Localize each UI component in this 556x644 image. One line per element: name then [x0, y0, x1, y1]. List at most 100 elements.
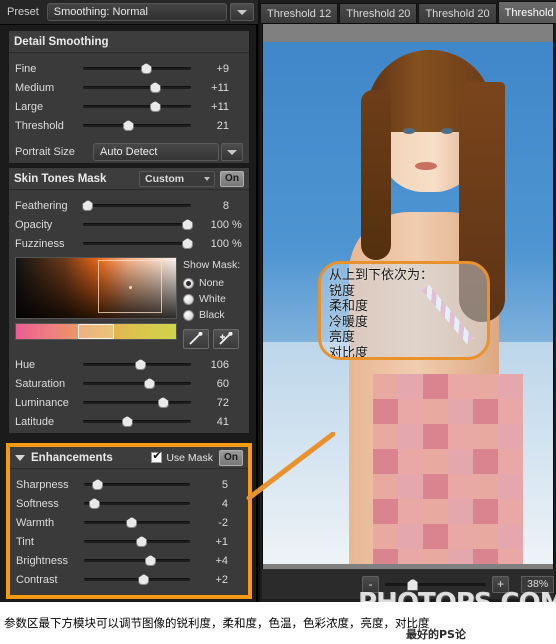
slider-track [83, 105, 191, 108]
skin-tones-mask-section: Skin Tones Mask Custom On Feathering 8 Opa… [8, 167, 250, 434]
slider-track [83, 204, 191, 207]
skin-slider-opacity[interactable] [83, 215, 195, 234]
mosaic-tile [398, 499, 423, 524]
preset-dropdown-arrow-button[interactable] [230, 3, 254, 21]
enh-row-brightness: Brightness +4 [10, 551, 248, 570]
slider-knob[interactable] [121, 416, 133, 427]
tab-3[interactable]: Threshold [497, 1, 556, 23]
mosaic-tile [373, 549, 398, 564]
slider-knob[interactable] [92, 479, 104, 490]
enh-row-contrast: Contrast +2 [10, 570, 248, 589]
mosaic-tile [473, 549, 498, 564]
slider-knob[interactable] [82, 200, 94, 211]
detail-slider-medium[interactable] [83, 78, 195, 97]
detail-smoothing-header: Detail Smoothing [9, 31, 249, 53]
enhancements-header[interactable]: Enhancements Use Mask On [10, 447, 248, 469]
enh-slider-warmth[interactable] [84, 513, 194, 532]
skin-tones-preset-dropdown[interactable]: Custom [139, 170, 215, 187]
annotation-callout: 从上到下依次为： 锐度 柔和度 冷暖度 亮度 对比度 [318, 261, 490, 360]
enh-slider-brightness[interactable] [84, 551, 194, 570]
hue-strip[interactable] [15, 323, 177, 340]
color-label-luminance: Luminance [15, 396, 69, 409]
tab-bar: Threshold 12 Threshold 20 Threshold 20 Thre… [260, 0, 556, 23]
mosaic-tile [398, 399, 423, 424]
radio-icon[interactable] [183, 309, 194, 321]
portrait-size-row: Portrait Size Auto Detect [9, 141, 249, 163]
mosaic-tile [373, 399, 398, 424]
slider-knob[interactable] [136, 536, 148, 547]
callout-line-5: 对比度 [329, 345, 369, 360]
color-label-latitude: Latitude [15, 415, 55, 428]
skin-tones-mask-toggle[interactable]: On [220, 170, 244, 187]
enh-slider-tint[interactable] [84, 532, 194, 551]
detail-slider-threshold[interactable] [83, 116, 195, 135]
slider-knob[interactable] [182, 238, 194, 249]
show-mask-option-white[interactable]: White [183, 291, 243, 307]
slider-knob[interactable] [126, 517, 138, 528]
slider-knob[interactable] [145, 555, 156, 566]
mosaic-tile [498, 499, 523, 524]
mosaic-tile [448, 474, 473, 499]
skin-slider-feathering[interactable] [82, 196, 195, 215]
mosaic-tile [473, 499, 498, 524]
skin-slider-fuzziness[interactable] [83, 234, 195, 253]
caret-down-icon[interactable] [15, 454, 25, 461]
detail-slider-large[interactable] [83, 97, 195, 116]
slider-knob[interactable] [182, 219, 194, 230]
color-gradient-field[interactable] [15, 257, 177, 319]
preset-label: Preset [7, 6, 39, 18]
mosaic-tile [423, 474, 448, 499]
mosaic-tile [473, 474, 498, 499]
eyedropper-add-button[interactable] [213, 329, 239, 349]
radio-icon[interactable] [183, 293, 194, 305]
mosaic-tile [423, 399, 448, 424]
color-slider-latitude[interactable] [83, 412, 195, 431]
slider-knob[interactable] [157, 397, 169, 408]
slider-knob[interactable] [149, 82, 161, 93]
slider-knob[interactable] [88, 498, 100, 509]
enh-value-sharpness: 5 [221, 478, 228, 491]
chevron-down-icon [237, 9, 247, 15]
use-mask-checkbox-group[interactable]: Use Mask [151, 450, 213, 464]
preset-dropdown[interactable]: Smoothing: Normal [46, 3, 227, 21]
slider-knob[interactable] [149, 101, 161, 112]
enh-slider-contrast[interactable] [84, 570, 194, 589]
color-slider-luminance[interactable] [83, 393, 195, 412]
color-value-luminance: 72 [216, 396, 229, 409]
slider-knob[interactable] [144, 378, 156, 389]
slider-track [84, 559, 190, 562]
show-mask-group: Show Mask: None White Black [183, 257, 243, 349]
show-mask-option-none[interactable]: None [183, 275, 243, 291]
tab-1[interactable]: Threshold 20 [339, 3, 418, 23]
portrait-size-value: Auto Detect [100, 146, 158, 158]
tab-0[interactable]: Threshold 12 [260, 3, 339, 23]
skin-tones-mask-title: Skin Tones Mask [14, 172, 107, 185]
mosaic-tile [373, 449, 398, 474]
slider-knob[interactable] [135, 359, 147, 370]
slider-track [83, 86, 191, 89]
enh-slider-sharpness[interactable] [84, 475, 194, 494]
color-value-hue: 106 [210, 358, 229, 371]
enh-value-tint: +1 [215, 535, 228, 548]
slider-knob[interactable] [140, 63, 152, 74]
photo-lips [415, 162, 437, 170]
portrait-size-dropdown-arrow[interactable] [221, 143, 243, 161]
hue-selection-rect[interactable] [78, 324, 114, 339]
skin-label-fuzziness: Fuzziness [15, 237, 65, 250]
use-mask-checkbox[interactable] [151, 450, 163, 463]
detail-slider-fine[interactable] [83, 59, 195, 78]
enhancements-toggle[interactable]: On [219, 449, 243, 466]
application-window: Preset Smoothing: Normal Detail Smoothin… [0, 0, 556, 644]
enh-row-sharpness: Sharpness 5 [10, 475, 248, 494]
show-mask-option-black[interactable]: Black [183, 307, 243, 323]
slider-knob[interactable] [122, 120, 134, 131]
radio-icon[interactable] [183, 277, 194, 289]
portrait-size-dropdown[interactable]: Auto Detect [93, 143, 219, 161]
eyedropper-button[interactable] [183, 329, 209, 349]
color-slider-hue[interactable] [83, 355, 195, 374]
color-slider-saturation[interactable] [83, 374, 195, 393]
detail-label-large: Large [15, 100, 44, 113]
enh-slider-softness[interactable] [84, 494, 194, 513]
slider-knob[interactable] [138, 574, 150, 585]
tab-2[interactable]: Threshold 20 [418, 3, 497, 23]
